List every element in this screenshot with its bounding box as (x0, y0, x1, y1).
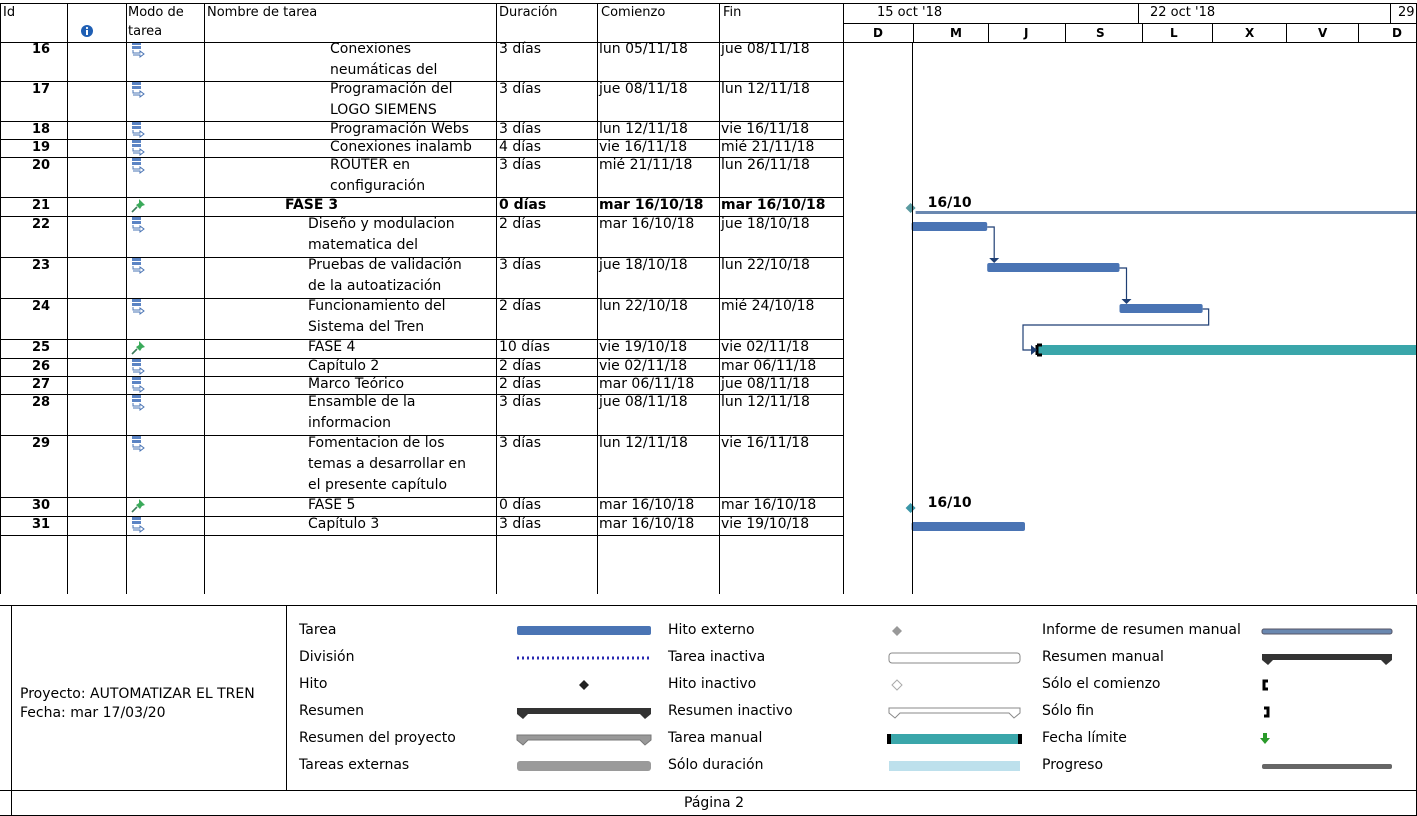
grid-line (0, 605, 1417, 606)
legend-deadline-symbol (1260, 733, 1270, 744)
grid-line (0, 157, 843, 158)
grid-line (1286, 23, 1287, 42)
legend-inactive-summary-symbol (888, 707, 1021, 719)
legend-task-symbol (517, 626, 651, 635)
grid-line (0, 339, 843, 340)
grid-line (0, 3, 1417, 4)
legend-inactive-milestone-symbol (891, 679, 903, 691)
grid-line (0, 516, 843, 517)
grid-line (0, 139, 843, 140)
grid-line (0, 358, 843, 359)
grid-line (0, 81, 843, 82)
grid-line (0, 497, 843, 498)
grid-line (913, 23, 914, 42)
legend-project-summary-symbol (516, 734, 652, 746)
legend-start-only-symbol (1262, 679, 1268, 691)
legend-manual-task-symbol (889, 734, 1020, 744)
legend-duration-only-symbol (889, 761, 1020, 771)
legend-progress-symbol (1262, 764, 1392, 769)
grid-line (912, 42, 913, 594)
grid-line (988, 23, 989, 42)
legend-milestone-symbol (579, 680, 589, 690)
grid-line (1065, 23, 1066, 42)
grid-line (0, 121, 843, 122)
legend-date: Fecha: mar 17/03/20 (20, 705, 166, 721)
grid-line (0, 42, 1417, 43)
grid-line (0, 257, 843, 258)
grid-line (11, 605, 12, 815)
grid-line (1358, 23, 1359, 42)
grid-line (0, 197, 843, 198)
legend-inactive-task-symbol (888, 652, 1021, 664)
legend-external-tasks-symbol (517, 761, 651, 771)
grid-line (286, 605, 287, 790)
grid-line (1212, 23, 1213, 42)
grid-line (843, 3, 844, 594)
grid-line (843, 23, 1417, 24)
grid-line (0, 790, 1417, 791)
grid-line (0, 376, 843, 377)
legend-summary-symbol (517, 708, 651, 719)
grid-line (1390, 3, 1391, 23)
legend-manual-summary-rollup-symbol (1261, 628, 1393, 635)
legend-manual-summary-symbol (1262, 654, 1392, 665)
grid-line (0, 298, 843, 299)
page-number: Página 2 (684, 795, 744, 811)
grid-line (0, 535, 843, 536)
legend-project: Proyecto: AUTOMATIZAR EL TREN (20, 686, 255, 702)
legend-finish-only-symbol (1264, 706, 1270, 718)
grid-line (0, 394, 843, 395)
grid-line (1138, 3, 1139, 23)
grid-line (1142, 23, 1143, 42)
legend-external-milestone-symbol (892, 626, 902, 636)
grid-line (0, 216, 843, 217)
grid-line (0, 435, 843, 436)
